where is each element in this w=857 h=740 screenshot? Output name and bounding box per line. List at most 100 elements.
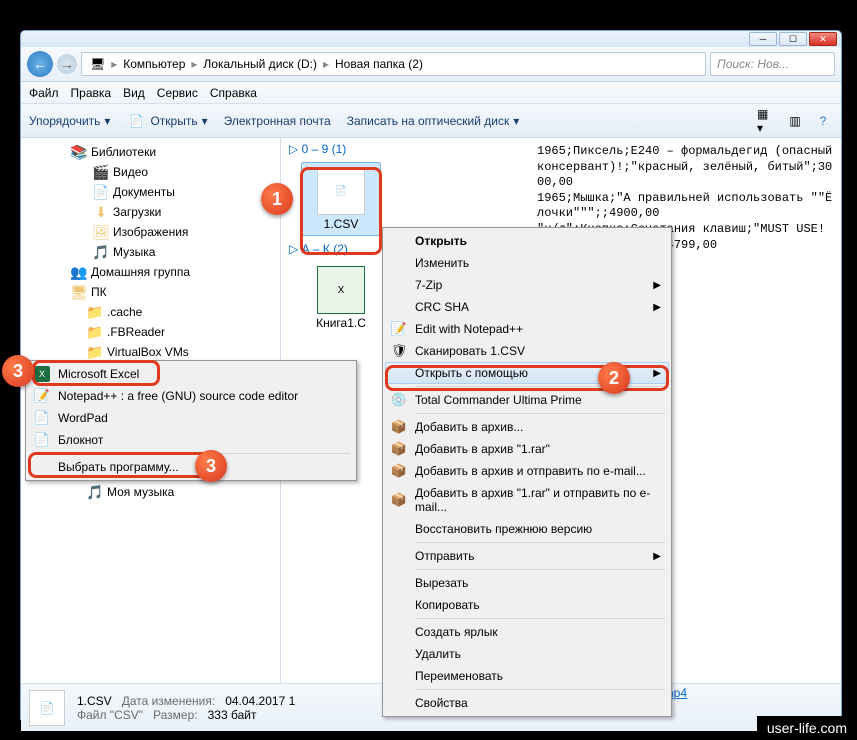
menu-edit[interactable]: Правка [71, 86, 112, 100]
menu-help[interactable]: Справка [210, 86, 257, 100]
app-icon: 📦 [391, 441, 407, 457]
tree-item-label: Библиотеки [91, 145, 156, 159]
tree-item[interactable]: 📁.FBReader [21, 322, 280, 342]
tree-item[interactable]: 👥 Домашняя группа [21, 262, 280, 282]
nav-back-button[interactable]: ← [27, 51, 53, 77]
tree-item-label: Домашняя группа [91, 265, 190, 279]
minimize-button[interactable]: ─ [749, 32, 777, 46]
tree-item[interactable]: 📄 Документы [21, 182, 280, 202]
app-icon: 📄 [34, 410, 50, 426]
folder-icon: 📄 [93, 184, 109, 200]
context-menu-item[interactable]: 7-Zip▶ [385, 274, 669, 296]
menu-separator [415, 689, 665, 690]
app-icon: 📦 [391, 463, 407, 479]
tree-item[interactable]: 📚 Библиотеки [21, 142, 280, 162]
context-menu-item[interactable]: 📄WordPad [28, 407, 354, 429]
tree-item-label: Документы [113, 185, 175, 199]
menu-item-label: Переименовать [415, 669, 503, 683]
organize-button[interactable]: Упорядочить ▾ [29, 114, 110, 128]
app-icon: 📦 [391, 492, 407, 508]
context-menu-item[interactable]: 📦Добавить в архив "1.rar" [385, 438, 669, 460]
tree-item[interactable]: ⬇Загрузки [21, 202, 280, 222]
context-menu-item[interactable]: Копировать [385, 594, 669, 616]
context-menu-item[interactable]: XMicrosoft Excel [28, 363, 354, 385]
context-menu-item[interactable]: Вырезать [385, 572, 669, 594]
preview-pane-button[interactable]: ▥ [785, 111, 805, 131]
context-menu-item[interactable]: Создать ярлык [385, 621, 669, 643]
tree-item[interactable]: 📁VirtualBox VMs [21, 342, 280, 362]
context-menu-item[interactable]: 🛡Сканировать 1.CSV [385, 340, 669, 362]
burn-button[interactable]: Записать на оптический диск ▾ [347, 114, 520, 128]
maximize-button[interactable]: ☐ [779, 32, 807, 46]
submenu-arrow-icon: ▶ [653, 302, 661, 313]
folder-icon: 📁 [87, 324, 103, 340]
breadcrumb-item[interactable]: Новая папка (2) [331, 57, 427, 71]
folder-icon: 🖼 [93, 224, 109, 240]
menu-item-label: Свойства [415, 696, 468, 710]
tree-item[interactable]: 🖥ПК [21, 282, 280, 302]
tree-item[interactable]: 🎬 Видео [21, 162, 280, 182]
tree-item[interactable]: 🎵 Моя музыка [21, 482, 280, 502]
menu-file[interactable]: Файл [29, 86, 59, 100]
open-button[interactable]: 📄Открыть ▾ [126, 111, 207, 131]
context-menu-item[interactable]: 📦Добавить в архив и отправить по e-mail.… [385, 460, 669, 482]
tree-item[interactable]: 📁.cache [21, 302, 280, 322]
folder-icon: 🎵 [87, 484, 103, 500]
context-menu-item[interactable]: Восстановить прежнюю версию [385, 518, 669, 540]
menu-item-label: Открыть [415, 234, 467, 248]
context-menu-item[interactable]: Открыть [385, 230, 669, 252]
breadcrumb-item[interactable]: Локальный диск (D:) [199, 57, 321, 71]
folder-icon: 🎬 [93, 164, 109, 180]
context-menu-item[interactable]: 📄 Блокнот [28, 429, 354, 451]
folder-icon: 📚 [71, 144, 87, 160]
search-input[interactable]: Поиск: Нов... [710, 52, 835, 76]
titlebar: ─ ☐ ✕ [21, 31, 841, 47]
submenu-arrow-icon: ▶ [653, 368, 661, 379]
status-text: 1.CSVДата изменения:04.04.2017 1 Файл "C… [77, 694, 295, 722]
menu-separator [415, 569, 665, 570]
menu-item-label: Восстановить прежнюю версию [415, 522, 592, 536]
callout-2: 2 [598, 362, 630, 394]
context-menu-item[interactable]: 📝Notepad++ : a free (GNU) source code ed… [28, 385, 354, 407]
callout-3a: 3 [2, 355, 34, 387]
file-item-excel[interactable]: X Книга1.С [301, 262, 381, 334]
context-menu-item[interactable]: Удалить [385, 643, 669, 665]
context-menu-item[interactable]: 📦Добавить в архив "1.rar" и отправить по… [385, 482, 669, 518]
menu-item-label: Edit with Notepad++ [415, 322, 523, 336]
context-menu-item[interactable]: Отправить▶ [385, 545, 669, 567]
context-menu-item[interactable]: CRC SHA▶ [385, 296, 669, 318]
email-button[interactable]: Электронная почта [224, 114, 331, 128]
context-menu-item[interactable]: Выбрать программу... [28, 456, 354, 478]
context-menu-item[interactable]: 💿Total Commander Ultima Prime [385, 389, 669, 411]
tree-item-label: Моя музыка [107, 485, 174, 499]
context-menu-item[interactable]: 📝Edit with Notepad++ [385, 318, 669, 340]
file-item-csv[interactable]: 📄 1.CSV [301, 162, 381, 236]
context-menu[interactable]: Открыть Изменить7-Zip▶CRC SHA▶📝Edit with … [382, 227, 672, 717]
app-icon: 💿 [391, 392, 407, 408]
app-icon: 🛡 [391, 343, 407, 359]
app-icon: 📄 [34, 432, 50, 448]
open-with-submenu[interactable]: XMicrosoft Excel📝Notepad++ : a free (GNU… [25, 360, 357, 481]
menu-view[interactable]: Вид [123, 86, 145, 100]
menu-tools[interactable]: Сервис [157, 86, 198, 100]
close-button[interactable]: ✕ [809, 32, 837, 46]
context-menu-item[interactable]: Переименовать [385, 665, 669, 687]
folder-icon: ⬇ [93, 204, 109, 220]
menu-item-label: Блокнот [58, 433, 103, 447]
menu-item-label: Удалить [415, 647, 461, 661]
folder-icon: 👥 [71, 264, 87, 280]
tree-item[interactable]: 🖼Изображения [21, 222, 280, 242]
menubar: Файл Правка Вид Сервис Справка [21, 82, 841, 104]
breadcrumb-item[interactable]: Компьютер [119, 57, 189, 71]
help-button[interactable]: ? [813, 111, 833, 131]
context-menu-item[interactable]: Изменить [385, 252, 669, 274]
context-menu-item[interactable]: Свойства [385, 692, 669, 714]
nav-forward-button[interactable]: → [57, 54, 77, 74]
menu-item-label: Добавить в архив... [415, 420, 523, 434]
breadcrumb-root-icon[interactable]: 🖥 [86, 57, 109, 71]
view-options-button[interactable]: ▦ ▾ [757, 111, 777, 131]
context-menu-item[interactable]: 📦Добавить в архив... [385, 416, 669, 438]
breadcrumb[interactable]: 🖥 ▸ Компьютер ▸ Локальный диск (D:) ▸ Но… [81, 52, 706, 76]
tree-item[interactable]: 🎵Музыка [21, 242, 280, 262]
tree-item-label: Видео [113, 165, 148, 179]
